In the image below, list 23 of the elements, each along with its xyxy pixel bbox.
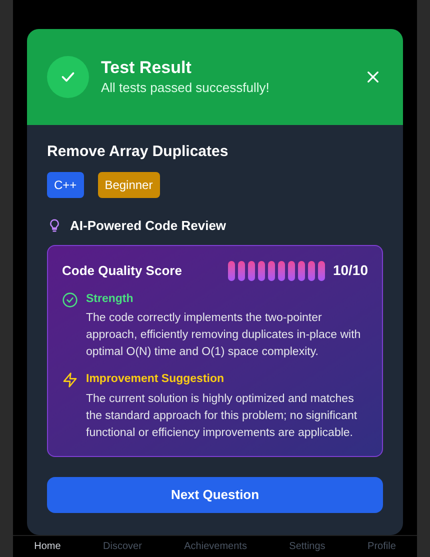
score-label: Code Quality Score [62,262,182,280]
section-title: Improvement Suggestion [86,372,226,388]
lightbulb-icon [47,218,62,233]
nav-tab[interactable]: Achievements [184,539,247,554]
result-title: Test Result [101,56,192,78]
tag: C++ [47,172,84,198]
problem-title: Remove Array Duplicates [47,142,230,162]
review-heading: AI-Powered Code Review [70,216,226,234]
check-circle-icon [62,292,78,308]
section-title: Strength [86,292,134,307]
nav-tab[interactable]: Home [34,539,61,554]
score-value: 10/10 [332,261,368,280]
nav-tab[interactable]: Settings [289,539,326,554]
section-text: The code correctly implements the two-pointer approach, efficiently removing duplicates in-place with optimal O(N) time and O(1) space complexity. [86,311,362,360]
close-icon [365,69,381,85]
section-text: The current solution is highly optimized and matches the standard approach for this problem; no significant functional or efficiency improvements are applicable. [86,392,358,440]
nav-tab[interactable]: Discover [103,539,142,554]
next-question-button[interactable]: Next Question [47,476,383,512]
lightning-icon [62,372,78,388]
result-message: All tests passed successfully! [101,78,270,97]
tag: Beginner [98,172,160,198]
nav-tab[interactable]: Profile [368,539,396,554]
check-icon [47,56,89,98]
